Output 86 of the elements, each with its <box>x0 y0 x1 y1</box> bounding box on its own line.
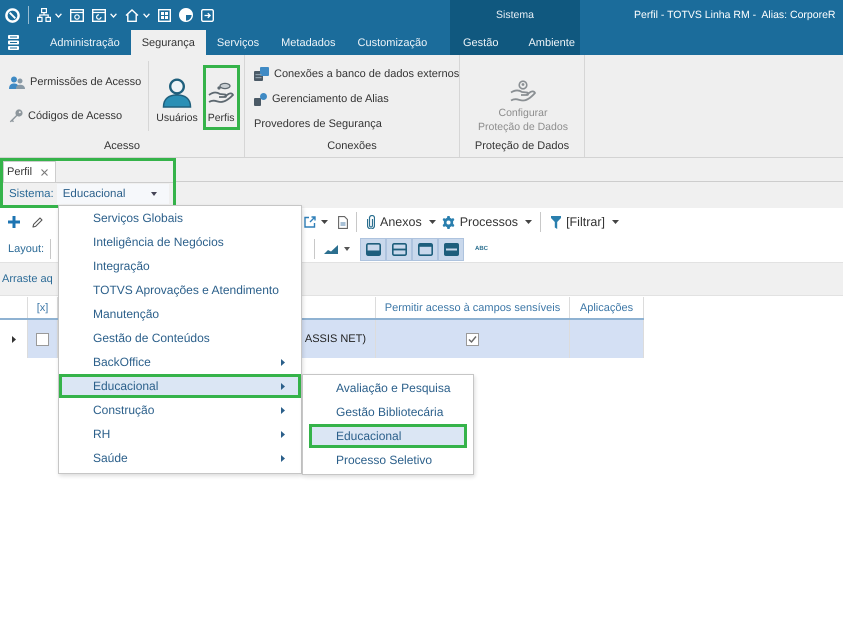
hand-icon <box>510 80 536 103</box>
caret-icon[interactable] <box>344 247 350 251</box>
ribbon-button[interactable]: Permissões de Acesso <box>5 70 146 95</box>
layout-button[interactable] <box>412 238 438 260</box>
split-panel-icon <box>392 242 406 256</box>
circle-slash-icon[interactable] <box>5 8 20 22</box>
menu-item[interactable]: Inteligência de Negócios <box>59 230 301 254</box>
menu-item[interactable]: Gestão de Conteúdos <box>59 326 301 350</box>
filter-label: Sistema: <box>9 188 54 200</box>
menu-item[interactable]: Construção <box>59 398 301 422</box>
menu-item[interactable]: Avaliação e Pesquisa <box>309 376 467 400</box>
checkbox[interactable] <box>466 332 479 346</box>
ribbon-group-label: Proteção de Dados <box>474 139 570 154</box>
row-indicator-icon <box>12 336 16 342</box>
menu-item[interactable]: Processo Seletivo <box>309 448 467 472</box>
caret-icon <box>150 192 157 196</box>
document-icon[interactable] <box>338 216 348 228</box>
paperclip-icon <box>367 215 375 229</box>
ribbon-button[interactable]: Conexões a banco de dados externos <box>250 61 464 86</box>
system-select[interactable]: Educacional <box>56 184 169 204</box>
gear-icon <box>442 216 455 228</box>
window-icon[interactable] <box>92 8 106 22</box>
ribbon-tab[interactable]: Administração <box>39 30 131 55</box>
column-header[interactable]: Aplicações <box>570 297 644 318</box>
database-icon <box>254 66 269 81</box>
menu-item[interactable]: Serviços Globais <box>59 206 301 230</box>
rows-icon <box>444 242 458 256</box>
users-icon <box>9 76 25 89</box>
checkbox[interactable] <box>36 332 49 346</box>
ribbon-tab[interactable]: Serviços <box>206 30 270 55</box>
toolbar-button[interactable]: Anexos <box>365 215 424 229</box>
ribbon-tab[interactable]: Gestão <box>452 30 510 55</box>
ribbon-tab[interactable]: Ambiente <box>517 30 586 55</box>
caret-icon[interactable] <box>321 220 328 224</box>
menu-item[interactable]: Saúde <box>59 446 301 470</box>
export-icon[interactable] <box>304 216 316 228</box>
chevron-icon[interactable] <box>110 12 117 18</box>
document-tab[interactable]: Perfil <box>3 161 56 182</box>
layout-button[interactable] <box>386 238 412 260</box>
ribbon-group-label: Acesso <box>102 139 142 154</box>
filter-icon <box>551 216 562 228</box>
caret-icon[interactable] <box>428 220 436 224</box>
panel-top-icon <box>418 242 432 256</box>
ribbon-button[interactable]: Gerenciamento de Alias <box>250 86 464 112</box>
menu-icon[interactable] <box>8 35 19 50</box>
caret-icon[interactable] <box>612 220 619 224</box>
home-icon[interactable] <box>125 8 139 22</box>
ribbon-button[interactable]: Códigos de Acesso <box>5 103 146 128</box>
ribbon-tab[interactable]: Customização <box>346 30 438 55</box>
database-icon <box>254 92 267 106</box>
pie-icon[interactable] <box>179 8 193 22</box>
ribbon-tab[interactable]: Metadados <box>270 30 347 55</box>
pencil-icon[interactable] <box>32 216 43 228</box>
context-group-label: Sistema <box>450 0 580 30</box>
panel-bottom-icon <box>366 242 380 256</box>
chevron-icon[interactable] <box>55 12 62 18</box>
menu-item[interactable]: Integração <box>59 254 301 278</box>
window-icon[interactable] <box>70 8 84 22</box>
menu-item[interactable]: Educacional <box>309 424 467 448</box>
ribbon-button[interactable]: Perfis <box>202 65 240 130</box>
menu-item[interactable]: Gestão Bibliotecária <box>309 400 467 424</box>
ribbon-button[interactable]: Usuários <box>151 65 203 130</box>
ribbon-tab[interactable]: Segurança <box>130 30 206 55</box>
ribbon-button[interactable]: Provedores de Segurança <box>250 112 464 137</box>
chevron-icon[interactable] <box>143 12 150 18</box>
plus-icon[interactable] <box>8 216 20 228</box>
exit-icon[interactable] <box>201 8 214 22</box>
sitemap-icon[interactable] <box>37 8 51 22</box>
caret-icon[interactable] <box>525 220 532 224</box>
column-header[interactable]: Permitir acesso à campos sensíveis <box>376 297 570 318</box>
grid-icon[interactable] <box>158 8 171 22</box>
menu-item[interactable]: TOTVS Aprovações e Atendimento <box>59 278 301 302</box>
window-title: Perfil - TOTVS Linha RM - Alias: CorporeR <box>634 9 836 21</box>
area-chart-icon[interactable] <box>324 244 338 254</box>
toolbar-button[interactable]: [Filtrar] <box>549 215 607 229</box>
toolbar-button[interactable]: Processos <box>440 215 520 229</box>
ribbon-group-label: Conexões <box>326 139 378 154</box>
layout-button[interactable] <box>438 238 464 260</box>
menu-item[interactable]: RH <box>59 422 301 446</box>
close-icon[interactable] <box>41 168 48 176</box>
group-panel-hint: Arraste aq <box>2 273 53 285</box>
menu-item[interactable]: Educacional <box>59 374 301 398</box>
key-icon <box>9 108 23 123</box>
user-icon <box>162 78 192 108</box>
layout-label: Layout: <box>8 243 44 255</box>
layout-button[interactable] <box>360 238 386 260</box>
